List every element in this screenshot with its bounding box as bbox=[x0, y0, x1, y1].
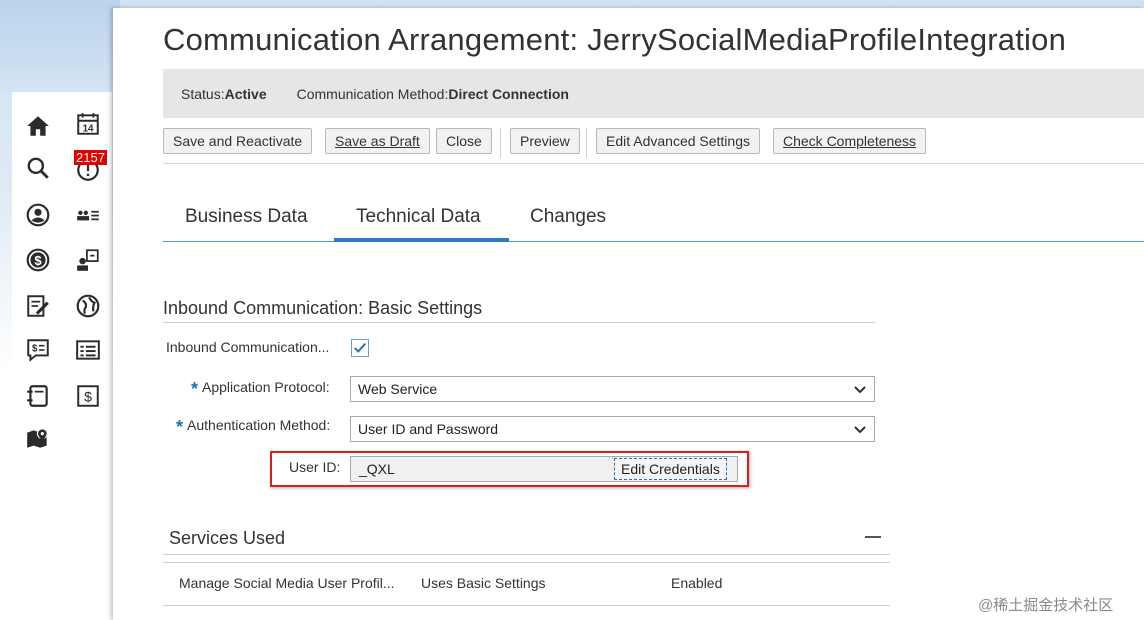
notification-badge: 2157 bbox=[74, 150, 107, 165]
home-icon[interactable] bbox=[24, 112, 52, 140]
notebook-icon[interactable] bbox=[24, 382, 52, 410]
list-icon[interactable] bbox=[74, 336, 102, 364]
service-name[interactable]: Manage Social Media User Profil... bbox=[179, 575, 395, 591]
watermark: @稀土掘金技术社区 bbox=[978, 597, 1114, 614]
tab-changes[interactable]: Changes bbox=[530, 206, 606, 228]
service-status: Enabled bbox=[671, 575, 723, 591]
authentication-method-value: User ID and Password bbox=[358, 421, 499, 437]
tab-technical-data[interactable]: Technical Data bbox=[356, 206, 481, 228]
toolbar-separator bbox=[500, 128, 501, 158]
user-id-label: User ID: bbox=[289, 459, 341, 475]
section-divider bbox=[163, 554, 890, 555]
close-button[interactable]: Close bbox=[436, 128, 492, 154]
chat-dollar-icon[interactable]: $ bbox=[24, 336, 52, 364]
toolbar-separator bbox=[586, 128, 587, 158]
inbound-section-title: Inbound Communication: Basic Settings bbox=[163, 298, 483, 318]
section-divider bbox=[163, 562, 890, 563]
svg-text:$: $ bbox=[34, 253, 42, 268]
status-label: Status: bbox=[181, 85, 225, 102]
map-marker-icon[interactable] bbox=[24, 424, 52, 452]
service-setting: Uses Basic Settings bbox=[421, 575, 546, 591]
method-value: Direct Connection bbox=[448, 85, 569, 102]
section-divider bbox=[163, 322, 875, 323]
save-and-reactivate-button[interactable]: Save and Reactivate bbox=[163, 128, 313, 154]
check-completeness-button[interactable]: Check Completeness bbox=[773, 128, 927, 154]
required-mark: * bbox=[191, 379, 199, 399]
header-bar: Status:Active Communication Method:Direc… bbox=[163, 69, 1144, 118]
method-label: Communication Method: bbox=[296, 85, 449, 102]
dollar-icon[interactable]: $ bbox=[24, 246, 52, 274]
chevron-down-icon bbox=[854, 426, 866, 434]
edit-credentials-button[interactable]: Edit Credentials bbox=[614, 458, 727, 480]
application-protocol-label: * Application Protocol: bbox=[191, 379, 330, 399]
globe-icon[interactable] bbox=[74, 292, 102, 320]
contact-card-icon[interactable] bbox=[74, 246, 102, 274]
calendar-day: 14 bbox=[83, 124, 94, 135]
authentication-method-label: * Authentication Method: bbox=[176, 417, 331, 437]
background-backdrop bbox=[0, 0, 120, 92]
svg-text:$: $ bbox=[84, 388, 92, 404]
authentication-method-select[interactable]: User ID and Password bbox=[350, 416, 875, 442]
status-value: Active bbox=[224, 85, 267, 102]
people-list-icon[interactable] bbox=[74, 201, 102, 229]
application-protocol-select[interactable]: Web Service bbox=[350, 376, 875, 402]
save-as-draft-button[interactable]: Save as Draft bbox=[325, 128, 430, 154]
inbound-communication-checkbox[interactable] bbox=[351, 339, 369, 357]
search-icon[interactable] bbox=[24, 154, 52, 182]
services-section-title: Services Used bbox=[169, 528, 286, 548]
preview-button[interactable]: Preview bbox=[510, 128, 580, 154]
communication-method-field: Communication Method:Direct Connection bbox=[297, 86, 569, 102]
collapse-icon[interactable] bbox=[865, 536, 881, 538]
dollar-document-icon[interactable]: $ bbox=[74, 382, 102, 410]
page-title: Communication Arrangement: JerrySocialMe… bbox=[163, 22, 1067, 57]
tab-business-data[interactable]: Business Data bbox=[185, 206, 308, 228]
edit-advanced-settings-button[interactable]: Edit Advanced Settings bbox=[596, 128, 760, 154]
svg-text:$: $ bbox=[32, 344, 38, 355]
user-circle-icon[interactable] bbox=[24, 201, 52, 229]
checkmark-icon bbox=[354, 342, 366, 353]
row-divider bbox=[163, 605, 890, 606]
required-mark: * bbox=[176, 417, 184, 437]
app-sidebar: 14 $ $ $ bbox=[12, 92, 112, 620]
chevron-down-icon bbox=[854, 386, 866, 394]
inbound-communication-label: Inbound Communication... bbox=[166, 339, 330, 355]
active-tab-indicator bbox=[334, 238, 509, 242]
toolbar: Save and Reactivate Save as Draft Close … bbox=[163, 126, 1144, 164]
calendar-icon[interactable]: 14 bbox=[74, 110, 102, 138]
tab-bar: Business Data Technical Data Changes bbox=[163, 196, 1144, 242]
object-page: Communication Arrangement: JerrySocialMe… bbox=[113, 8, 1144, 620]
application-protocol-value: Web Service bbox=[358, 381, 438, 397]
status-field: Status:Active bbox=[181, 86, 267, 102]
edit-document-icon[interactable] bbox=[24, 292, 52, 320]
